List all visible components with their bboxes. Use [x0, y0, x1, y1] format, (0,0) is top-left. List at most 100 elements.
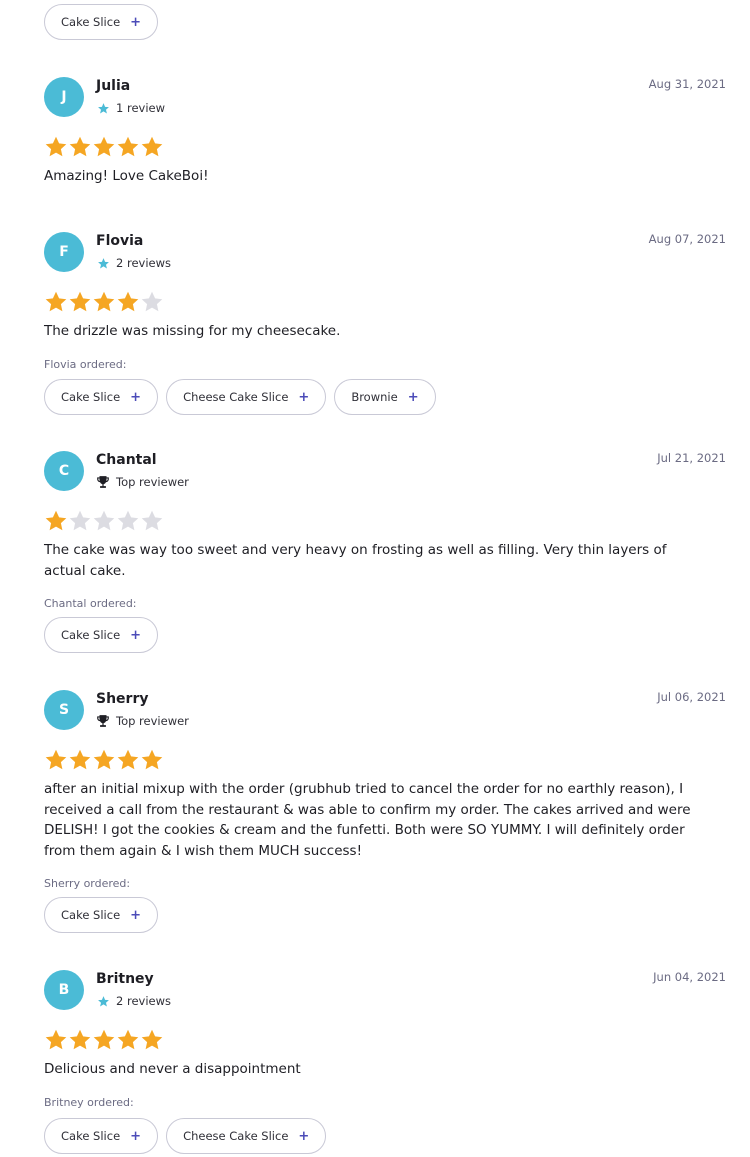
star-filled-icon: [117, 1029, 139, 1050]
reviewer-name: Britney: [96, 971, 154, 987]
star-badge-icon: [96, 101, 110, 115]
chip-label: Cake Slice: [61, 628, 121, 642]
star-filled-icon: [69, 749, 91, 770]
star-filled-icon: [45, 1029, 67, 1050]
star-filled-icon: [93, 291, 115, 312]
plus-icon: +: [130, 627, 142, 643]
trophy-icon: [96, 714, 110, 728]
star-rating: [44, 135, 164, 161]
star-empty-icon: [93, 510, 115, 531]
review-text: Delicious and never a disappointment: [44, 1061, 301, 1077]
chip-label: Cheese Cake Slice: [183, 1129, 289, 1143]
ordered-label: Sherry ordered:: [44, 877, 131, 890]
star-empty-icon: [117, 510, 139, 531]
star-filled-icon: [141, 136, 163, 157]
review-date: Jun 04, 2021: [653, 970, 726, 984]
plus-icon: +: [298, 1128, 310, 1144]
review-count: 2 reviews: [116, 256, 171, 270]
chip-cake-slice[interactable]: Cake Slice +: [44, 379, 159, 415]
star-filled-icon: [117, 749, 139, 770]
chip-label: Brownie: [351, 390, 398, 404]
star-filled-icon: [69, 1029, 91, 1050]
chip-label: Cake Slice: [61, 15, 121, 29]
chip-cheese-cake-slice[interactable]: Cheese Cake Slice +: [166, 379, 327, 415]
reviewer-meta: 2 reviews: [96, 256, 171, 270]
review-text: The cake was way too sweet and very heav…: [44, 542, 667, 579]
star-filled-icon: [117, 291, 139, 312]
trophy-icon: [96, 475, 110, 489]
reviewer-name: Sherry: [96, 691, 149, 707]
reviewer-badge: Top reviewer: [116, 475, 189, 489]
ordered-chips: Cake Slice + Cheese Cake Slice + Brownie +: [44, 379, 444, 415]
avatar: S: [44, 690, 84, 730]
chip-cake-slice[interactable]: Cake Slice +: [44, 1118, 159, 1154]
review-card: J Julia 1 review Aug 31, 2021 Amazing! L…: [44, 77, 726, 197]
star-filled-icon: [141, 1029, 163, 1050]
star-badge-icon: [96, 994, 110, 1008]
star-rating: [44, 748, 164, 774]
plus-icon: +: [298, 389, 310, 405]
plus-icon: +: [130, 1128, 142, 1144]
star-badge-icon: [96, 256, 110, 270]
chip-label: Cake Slice: [61, 1129, 121, 1143]
star-rating: [44, 290, 164, 316]
chip-cheese-cake-slice[interactable]: Cheese Cake Slice +: [166, 1118, 327, 1154]
chip-label: Cheese Cake Slice: [183, 390, 289, 404]
ordered-chips: Cake Slice + Cheese Cake Slice +: [44, 1118, 334, 1154]
review-text: after an initial mixup with the order (g…: [44, 781, 691, 859]
star-empty-icon: [141, 510, 163, 531]
star-empty-icon: [141, 291, 163, 312]
star-filled-icon: [69, 291, 91, 312]
reviewer-meta: 1 review: [96, 101, 165, 115]
review-text: The drizzle was missing for my cheesecak…: [44, 323, 341, 339]
chip-label: Cake Slice: [61, 908, 121, 922]
review-text: Amazing! Love CakeBoi!: [44, 168, 209, 184]
top-ordered-chips: Cake Slice +: [44, 4, 166, 40]
review-date: Jul 06, 2021: [657, 690, 726, 704]
review-date: Jul 21, 2021: [657, 451, 726, 465]
chip-label: Cake Slice: [61, 390, 121, 404]
star-filled-icon: [141, 749, 163, 770]
avatar: F: [44, 232, 84, 272]
star-rating: [44, 509, 164, 535]
star-filled-icon: [93, 1029, 115, 1050]
star-filled-icon: [45, 291, 67, 312]
review-card: S Sherry Top reviewer Jul 06, 2021 after…: [44, 690, 726, 940]
review-card: B Britney 2 reviews Jun 04, 2021 Delicio…: [44, 970, 726, 1157]
chip-brownie[interactable]: Brownie +: [334, 379, 436, 415]
ordered-chips: Cake Slice +: [44, 897, 166, 933]
avatar: J: [44, 77, 84, 117]
star-filled-icon: [93, 749, 115, 770]
star-filled-icon: [117, 136, 139, 157]
plus-icon: +: [407, 389, 419, 405]
reviewer-name: Flovia: [96, 233, 144, 249]
review-date: Aug 07, 2021: [648, 232, 726, 246]
star-filled-icon: [45, 749, 67, 770]
reviewer-badge: Top reviewer: [116, 714, 189, 728]
star-rating: [44, 1028, 164, 1054]
ordered-label: Chantal ordered:: [44, 597, 137, 610]
avatar: B: [44, 970, 84, 1010]
star-filled-icon: [45, 136, 67, 157]
star-filled-icon: [45, 510, 67, 531]
chip-cake-slice[interactable]: Cake Slice +: [44, 897, 159, 933]
star-filled-icon: [93, 136, 115, 157]
reviewer-name: Chantal: [96, 452, 157, 468]
star-empty-icon: [69, 510, 91, 531]
review-count: 1 review: [116, 101, 166, 115]
chip-cake-slice[interactable]: Cake Slice +: [44, 4, 159, 40]
chip-cake-slice[interactable]: Cake Slice +: [44, 617, 159, 653]
avatar: C: [44, 451, 84, 491]
review-card: C Chantal Top reviewer Jul 21, 2021 The …: [44, 451, 726, 661]
review-count: 2 reviews: [116, 994, 171, 1008]
star-filled-icon: [69, 136, 91, 157]
plus-icon: +: [130, 14, 142, 30]
plus-icon: +: [130, 907, 142, 923]
ordered-label: Flovia ordered:: [44, 358, 127, 371]
reviewer-meta: 2 reviews: [96, 994, 171, 1008]
reviewer-meta: Top reviewer: [96, 475, 189, 489]
reviewer-name: Julia: [96, 78, 131, 94]
ordered-label: Britney ordered:: [44, 1096, 134, 1109]
ordered-chips: Cake Slice +: [44, 617, 166, 653]
reviewer-meta: Top reviewer: [96, 714, 189, 728]
